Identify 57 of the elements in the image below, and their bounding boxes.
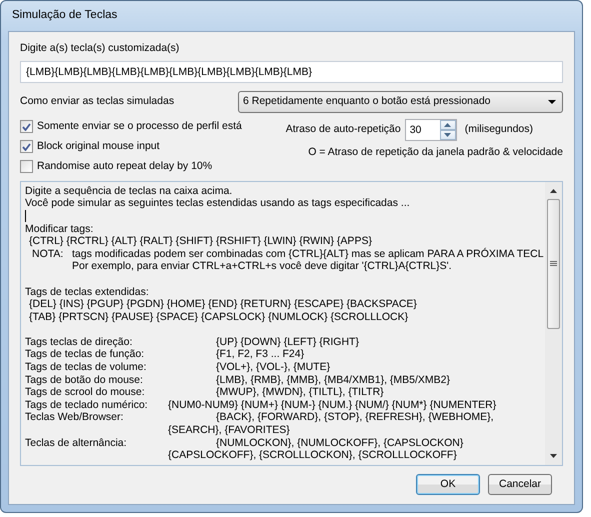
field-label: Atraso de auto-repetição: [286, 122, 401, 137]
tag-label: Tags de botão do mouse:: [25, 374, 144, 386]
help-line: Modificar tags:: [25, 222, 94, 236]
spin-up-button[interactable]: [440, 120, 456, 130]
help-line: {TAB} {PRTSCN} {PAUSE} {SPACE} {CAPSLOCK} {NUMLOCK} {SCROLLLOCK}: [29, 310, 408, 324]
checkbox[interactable]: [20, 140, 33, 154]
tag-list: {SEARCH}, {FAVORITES}: [168, 424, 290, 437]
help-line: Por exemplo, para enviar CTRL+a+CTRL+s você deve digitar '{CTRL}A{CTRL}S'.: [72, 260, 452, 273]
checkbox[interactable]: [20, 120, 33, 134]
tag-label: Tags de scrool do mouse:: [25, 386, 146, 399]
tag-list: {NUMLOCKON}, {NUMLOCKOFF}, {CAPSLOCKON}: [216, 436, 464, 450]
scrollbar[interactable]: [545, 182, 562, 465]
tag-list: {MWUP}, {MWDN}, {TILTL}, {TILTR}: [216, 386, 384, 399]
tag-list: {CAPSLOCKOFF}, {SCROLLLOCKON}, {SCROLLLOCKOFF}: [168, 449, 457, 462]
help-line: Tags de teclas extendidas:: [25, 286, 149, 298]
hint-text: O = Atraso de repetição da janela padrão & velocidade: [308, 144, 563, 160]
field-label: Como enviar as teclas simuladas: [20, 94, 174, 109]
custom-keys-field[interactable]: {LMB}{LMB}{LMB}{LMB}{LMB}{LMB}{LMB}{LMB}{LMB}{LMB}: [20, 60, 563, 83]
tag-label: Tags de teclado numérico:: [25, 398, 149, 412]
tag-list: {UP} {DOWN} {LEFT} {RIGHT}: [216, 336, 359, 348]
help-text-area[interactable]: [20, 180, 563, 466]
scroll-down-icon[interactable]: [550, 454, 557, 458]
field-label: Digite a(s) tecla(s) customizada(s): [20, 41, 180, 56]
scroll-up-icon[interactable]: [550, 188, 557, 193]
tag-label: Teclas de alternância:: [25, 436, 128, 450]
checkbox-label: Somente enviar se o processo de perfil está: [37, 118, 242, 134]
help-line: Digite a sequência de teclas na caixa acima.: [25, 184, 232, 198]
checkbox-label: Randomise auto repeat delay by 10%: [37, 158, 212, 174]
dialog-button[interactable]: OK: [416, 474, 480, 495]
window-title: Simulação de Teclas: [12, 8, 118, 24]
grip-icon: [550, 261, 557, 266]
spin-down-button[interactable]: [440, 130, 456, 140]
checkbox[interactable]: [20, 160, 33, 174]
send-mode-dropdown[interactable]: 6 Repetidamente enquanto o botão está pressionado: [238, 90, 563, 113]
tag-list: {NUM0-NUM9} {NUM+} {NUM-} {NUM.} {NUM/} {NUM*} {NUMENTER}: [168, 398, 496, 412]
tag-label: Tags de teclas de volume:: [25, 361, 148, 374]
note-label: NOTA:: [32, 248, 64, 260]
tag-list: {VOL+}, {VOL-}, {MUTE}: [216, 361, 330, 374]
tag-list: {LMB}, {RMB}, {MMB}, {MB4/XMB1}, {MB5/XMB2}: [216, 374, 450, 386]
up-arrow-icon: [444, 122, 452, 127]
down-arrow-icon: [444, 132, 452, 137]
help-line: Você pode simular as seguintes teclas estendidas usando as tags especificadas ...: [25, 197, 410, 210]
delay-spinner[interactable]: 30: [404, 118, 457, 141]
checkbox-label: Block original mouse input: [37, 138, 160, 154]
help-line: {CTRL} {RCTRL} {ALT} {RALT} {SHIFT} {RSHIFT} {LWIN} {RWIN} {APPS}: [29, 235, 372, 248]
help-line: tags modificadas podem ser combinadas com {CTRL}{ALT} mas se aplicam PARA A PRÓXIMA TECL: [72, 248, 544, 260]
dialog-button[interactable]: Cancelar: [488, 474, 552, 495]
tag-label: Tags teclas de direção:: [25, 336, 134, 348]
tag-label: Teclas Web/Browser:: [25, 411, 124, 424]
text-cursor: [25, 210, 26, 222]
scroll-thumb[interactable]: [547, 198, 560, 329]
help-line: {DEL} {INS} {PGUP} {PGDN} {HOME} {END} {RETURN} {ESCAPE} {BACKSPACE}: [29, 298, 417, 311]
caret-icon: [548, 100, 556, 104]
tag-list: {BACK}, {FORWARD}, {STOP}, {REFRESH}, {WEBHOME},: [216, 411, 494, 424]
unit-label: (milisegundos): [464, 122, 533, 137]
tag-list: {F1, F2, F3 ... F24}: [216, 348, 304, 362]
tag-label: Tags de teclas de função:: [25, 348, 146, 362]
